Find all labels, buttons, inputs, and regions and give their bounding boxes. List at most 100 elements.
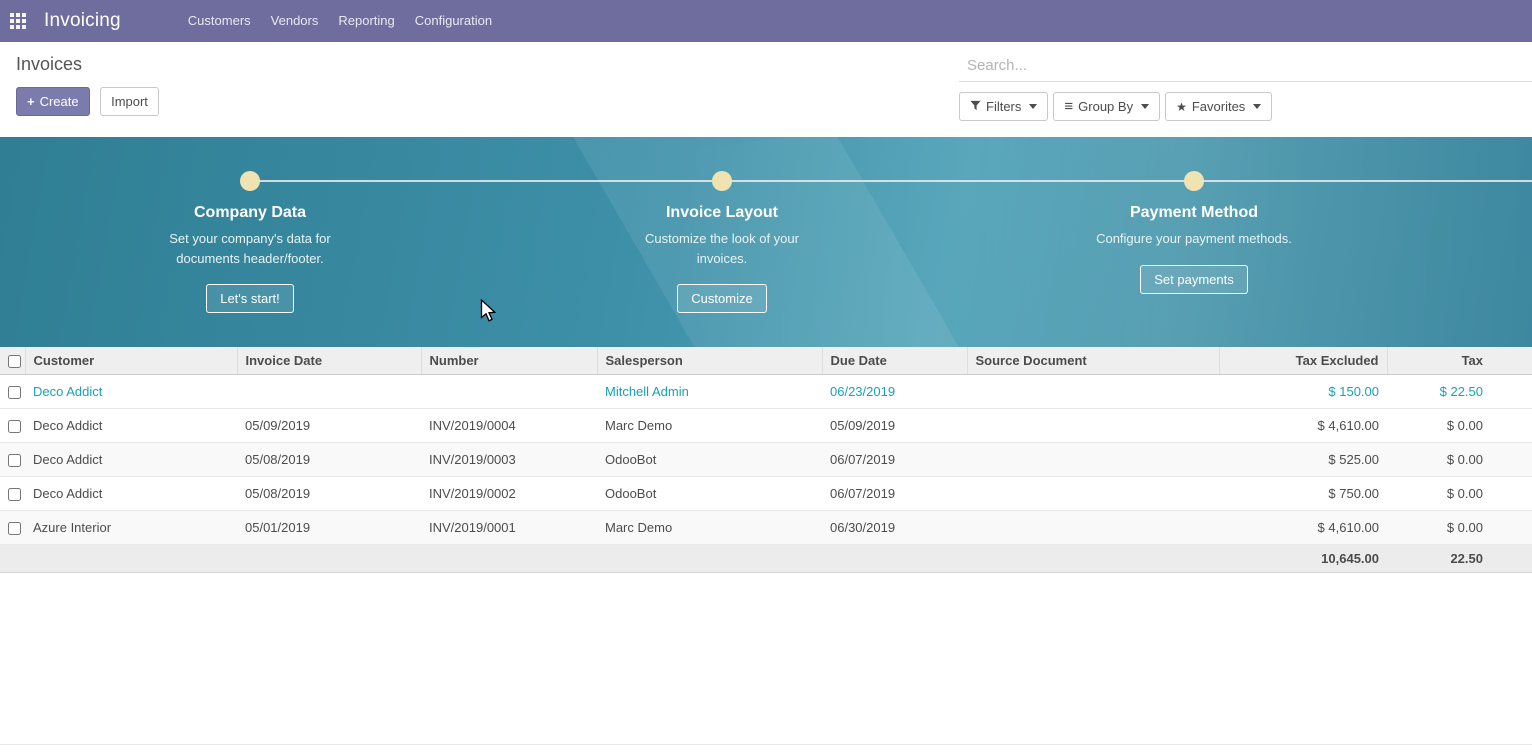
cell-source-document	[967, 375, 1219, 409]
step-description: Customize the look of your invoices.	[622, 229, 822, 268]
column-header-invoice-date[interactable]: Invoice Date	[237, 347, 421, 375]
cell-tax-excluded: $ 525.00	[1219, 443, 1387, 477]
step-description: Configure your payment methods.	[1094, 229, 1294, 249]
cell-number	[421, 375, 597, 409]
group-by-icon: ≡	[1064, 101, 1073, 113]
row-checkbox[interactable]	[8, 488, 21, 501]
column-header-salesperson[interactable]: Salesperson	[597, 347, 822, 375]
column-header-number[interactable]: Number	[421, 347, 597, 375]
favorites-dropdown[interactable]: ★ Favorites	[1165, 92, 1272, 121]
row-checkbox[interactable]	[8, 420, 21, 433]
app-title[interactable]: Invoicing	[44, 10, 121, 32]
cell-salesperson: Marc Demo	[597, 511, 822, 545]
create-button[interactable]: + Create	[16, 87, 90, 116]
cell-invoice-date: 05/01/2019	[237, 511, 421, 545]
column-header-source-document[interactable]: Source Document	[967, 347, 1219, 375]
cell-invoice-date	[237, 375, 421, 409]
invoice-row[interactable]: Deco Addict Mitchell Admin 06/23/2019 $ …	[0, 375, 1532, 409]
onboarding-step-invoice-layout: Invoice Layout Customize the look of you…	[486, 137, 958, 313]
nav-menu-vendors[interactable]: Vendors	[261, 0, 329, 42]
cell-tax-excluded: $ 4,610.00	[1219, 511, 1387, 545]
cell-number: INV/2019/0001	[421, 511, 597, 545]
onboarding-banner: Company Data Set your company's data for…	[0, 137, 1532, 347]
step-dot	[240, 171, 260, 191]
cell-source-document	[967, 511, 1219, 545]
filter-funnel-icon	[970, 99, 981, 114]
group-by-dropdown[interactable]: ≡ Group By	[1053, 92, 1160, 121]
total-tax-excluded: 10,645.00	[1219, 545, 1387, 573]
onboarding-step-payment-method: Payment Method Configure your payment me…	[958, 137, 1430, 313]
column-header-tax-excluded[interactable]: Tax Excluded	[1219, 347, 1387, 375]
cell-tax: $ 0.00	[1387, 409, 1532, 443]
navbar-menus: Customers Vendors Reporting Configuratio…	[178, 0, 502, 42]
invoice-row[interactable]: Azure Interior 05/01/2019 INV/2019/0001 …	[0, 511, 1532, 545]
onboarding-step-company-data: Company Data Set your company's data for…	[14, 137, 486, 313]
cell-invoice-date: 05/09/2019	[237, 409, 421, 443]
step-dot	[1184, 171, 1204, 191]
row-checkbox[interactable]	[8, 454, 21, 467]
search-input[interactable]	[959, 52, 1532, 82]
step-description: Set your company's data for documents he…	[150, 229, 350, 268]
cell-customer: Deco Addict	[25, 477, 237, 511]
cell-salesperson: OdooBot	[597, 477, 822, 511]
cell-tax-excluded: $ 4,610.00	[1219, 409, 1387, 443]
cell-number: INV/2019/0003	[421, 443, 597, 477]
filters-dropdown[interactable]: Filters	[959, 92, 1048, 121]
step-dot	[712, 171, 732, 191]
cell-number: INV/2019/0002	[421, 477, 597, 511]
set-payments-button[interactable]: Set payments	[1140, 265, 1248, 294]
row-checkbox[interactable]	[8, 522, 21, 535]
select-all-checkbox[interactable]	[8, 355, 21, 368]
cell-customer: Azure Interior	[25, 511, 237, 545]
cell-customer: Deco Addict	[25, 443, 237, 477]
create-button-label: Create	[40, 94, 79, 109]
table-totals-row: 10,645.00 22.50	[0, 545, 1532, 573]
lets-start-button[interactable]: Let's start!	[206, 284, 294, 313]
cell-salesperson: Mitchell Admin	[597, 375, 822, 409]
cell-due-date: 06/07/2019	[822, 477, 967, 511]
invoice-row[interactable]: Deco Addict 05/08/2019 INV/2019/0003 Odo…	[0, 443, 1532, 477]
column-header-customer[interactable]: Customer	[25, 347, 237, 375]
nav-menu-reporting[interactable]: Reporting	[328, 0, 404, 42]
plus-icon: +	[27, 95, 35, 108]
cell-due-date: 06/30/2019	[822, 511, 967, 545]
cell-invoice-date: 05/08/2019	[237, 477, 421, 511]
invoice-row[interactable]: Deco Addict 05/08/2019 INV/2019/0002 Odo…	[0, 477, 1532, 511]
cell-invoice-date: 05/08/2019	[237, 443, 421, 477]
import-button[interactable]: Import	[100, 87, 159, 116]
cell-source-document	[967, 477, 1219, 511]
cell-due-date: 05/09/2019	[822, 409, 967, 443]
cell-tax: $ 0.00	[1387, 443, 1532, 477]
cell-tax: $ 22.50	[1387, 375, 1532, 409]
nav-menu-customers[interactable]: Customers	[178, 0, 261, 42]
column-header-tax[interactable]: Tax	[1387, 347, 1532, 375]
cell-due-date: 06/07/2019	[822, 443, 967, 477]
cell-tax: $ 0.00	[1387, 477, 1532, 511]
column-header-due-date[interactable]: Due Date	[822, 347, 967, 375]
step-title: Invoice Layout	[486, 204, 958, 222]
row-checkbox[interactable]	[8, 386, 21, 399]
chevron-down-icon	[1141, 104, 1149, 109]
star-icon: ★	[1176, 101, 1187, 113]
customize-button[interactable]: Customize	[677, 284, 766, 313]
apps-grid-icon[interactable]	[10, 13, 26, 29]
cell-number: INV/2019/0004	[421, 409, 597, 443]
chevron-down-icon	[1253, 104, 1261, 109]
cell-salesperson: Marc Demo	[597, 409, 822, 443]
cell-salesperson: OdooBot	[597, 443, 822, 477]
step-title: Payment Method	[958, 204, 1430, 222]
chevron-down-icon	[1029, 104, 1037, 109]
cell-customer: Deco Addict	[25, 375, 237, 409]
total-tax: 22.50	[1387, 545, 1532, 573]
invoice-row[interactable]: Deco Addict 05/09/2019 INV/2019/0004 Mar…	[0, 409, 1532, 443]
favorites-label: Favorites	[1192, 99, 1245, 114]
step-title: Company Data	[14, 204, 486, 222]
top-navbar: Invoicing Customers Vendors Reporting Co…	[0, 0, 1532, 42]
filters-label: Filters	[986, 99, 1021, 114]
group-by-label: Group By	[1078, 99, 1133, 114]
cell-source-document	[967, 443, 1219, 477]
nav-menu-configuration[interactable]: Configuration	[405, 0, 502, 42]
control-panel: Invoices + Create Import Filters ≡ Grou	[0, 42, 1532, 137]
page-title: Invoices	[16, 54, 165, 75]
import-button-label: Import	[111, 94, 148, 109]
